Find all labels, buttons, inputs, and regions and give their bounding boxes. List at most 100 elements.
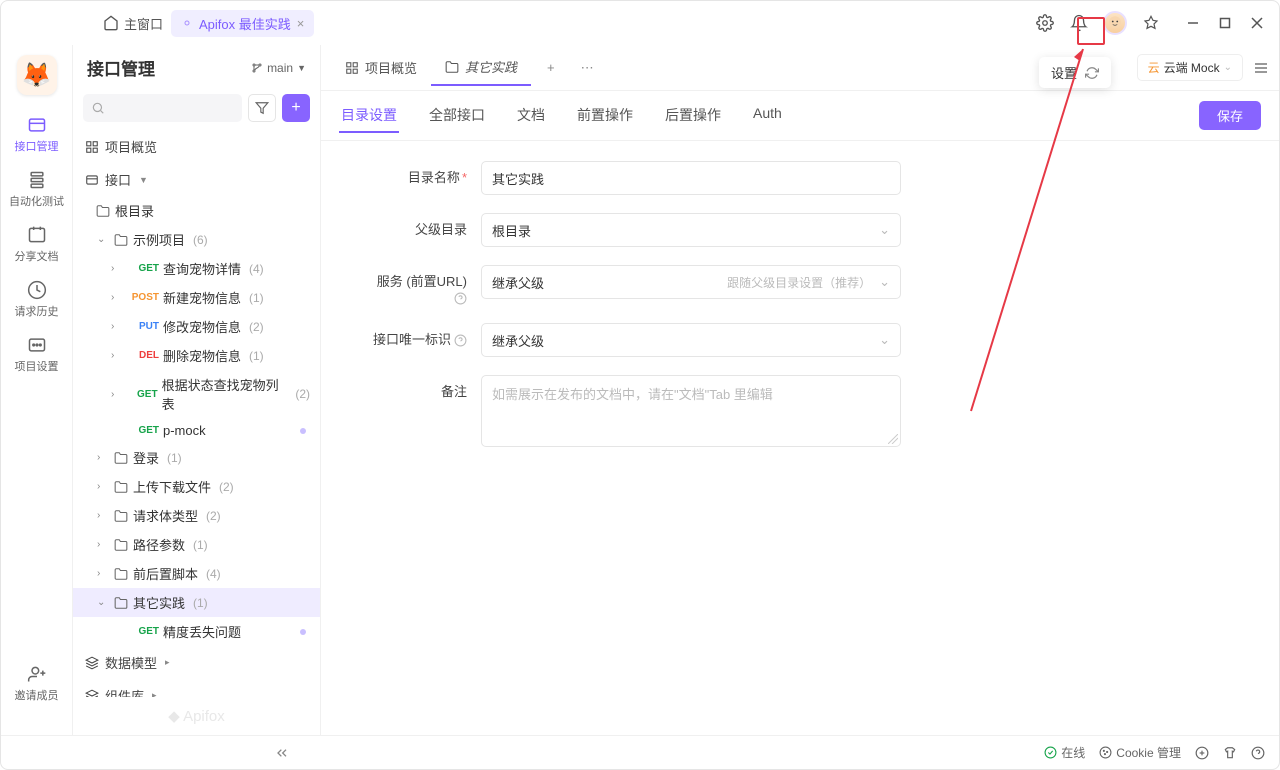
tree-item-label: 查询宠物详情 [163,259,241,278]
window-close[interactable] [1247,13,1267,33]
app-logo[interactable]: 🦊 [17,55,57,95]
cookie-label: Cookie 管理 [1116,744,1181,761]
home-icon [103,15,119,31]
chevron-icon: › [97,568,109,579]
rail-item-4[interactable]: 项目设置 [5,327,68,382]
chevron-icon: › [97,539,109,550]
sub-tab-5[interactable]: Auth [751,99,784,132]
tree-item-2[interactable]: ›POST新建宠物信息(1) [73,283,320,312]
rail-item-label: 项目设置 [15,358,59,374]
home-window-button[interactable]: 主窗口 [103,14,163,33]
tab-add-button[interactable]: + [533,60,569,75]
sub-tab-4[interactable]: 后置操作 [663,99,723,132]
tree-item-0[interactable]: ⌄示例项目(6) [73,225,320,254]
hamburger-button[interactable] [1253,60,1269,76]
tree-item-8[interactable]: ›上传下载文件(2) [73,472,320,501]
titlebar-tab[interactable]: Apifox 最佳实践 × [171,10,314,37]
tree-item-9[interactable]: ›请求体类型(2) [73,501,320,530]
uid-label: 接口唯一标识 [373,332,451,347]
chevron-icon: ⌄ [97,234,109,245]
tab-close-icon[interactable]: × [297,16,305,31]
add-button[interactable]: + [282,94,310,122]
tree-components[interactable]: 组件库 ▸ [73,679,320,697]
status-online[interactable]: 在线 [1044,744,1085,761]
tree-data-model[interactable]: 数据模型 ▸ [73,646,320,679]
rail-item-1[interactable]: 自动化测试 [5,162,68,217]
tree-root-folder[interactable]: 根目录 [73,196,320,225]
pin-button[interactable] [1141,13,1161,33]
rail-item-0[interactable]: 接口管理 [5,107,68,162]
branch-icon [251,62,263,74]
rail-item-label: 分享文档 [15,248,59,264]
settings-button[interactable] [1035,13,1055,33]
chevron-icon: › [97,510,109,521]
service-select[interactable]: 继承父级跟随父级目录设置（推荐）⌄ [481,265,901,299]
main-panel: 项目概览其它实践 + ⋯ 云 云端 Mock ⌄ 目录设置全部接口文档前置操作后… [321,45,1279,735]
service-label: 服务 (前置URL) [377,274,467,289]
filter-button[interactable] [248,94,276,122]
collapse-button[interactable] [14,745,290,761]
notes-textarea[interactable]: 如需展示在发布的文档中，请在"文档"Tab 里编辑 [481,375,901,447]
tab-more-button[interactable]: ⋯ [571,60,604,76]
search-input[interactable] [83,94,242,122]
rail-icon [27,225,47,245]
tree-overview[interactable]: 项目概览 [73,130,320,163]
cookie-icon [1099,746,1112,759]
tree-item-5[interactable]: ›GET根据状态查找宠物列表(2) [73,370,320,418]
tree-item-10[interactable]: ›路径参数(1) [73,530,320,559]
main-tab-1[interactable]: 其它实践 [431,49,531,86]
sub-tab-2[interactable]: 文档 [515,99,547,132]
main-tab-0[interactable]: 项目概览 [331,49,431,86]
maximize-icon [1219,17,1231,29]
name-input[interactable]: 其它实践 [481,161,901,195]
tshirt-icon [1223,746,1237,760]
tree-item-12[interactable]: ⌄其它实践(1) [73,588,320,617]
cloud-mock-button[interactable]: 云 云端 Mock ⌄ [1137,54,1243,81]
save-button[interactable]: 保存 [1199,101,1261,130]
status-tshirt-button[interactable] [1223,746,1237,760]
help-icon[interactable] [454,292,467,305]
branch-selector[interactable]: main ▼ [251,61,306,75]
parent-label: 父级目录 [415,222,467,237]
cookie-manage-button[interactable]: Cookie 管理 [1099,744,1181,761]
tree-item-4[interactable]: ›DEL删除宠物信息(1) [73,341,320,370]
parent-select[interactable]: 根目录⌄ [481,213,901,247]
minimize-icon [1187,17,1199,29]
user-avatar[interactable] [1103,11,1127,35]
sub-tab-1[interactable]: 全部接口 [427,99,487,132]
status-help-button[interactable] [1251,746,1265,760]
status-add-button[interactable] [1195,746,1209,760]
chevron-icon: › [111,389,123,400]
tree-item-3[interactable]: ›PUT修改宠物信息(2) [73,312,320,341]
resize-handle-icon[interactable] [888,434,898,444]
tree-item-7[interactable]: ›登录(1) [73,443,320,472]
tree-api-root[interactable]: 接口 ▼ [73,163,320,196]
pin-icon [1143,15,1159,31]
name-label: 目录名称 [408,170,460,185]
uid-select[interactable]: 继承父级⌄ [481,323,901,357]
help-icon[interactable] [454,334,467,347]
tree-item-6[interactable]: GETp-mock [73,418,320,443]
tree-item-11[interactable]: ›前后置脚本(4) [73,559,320,588]
tree-item-13[interactable]: GET精度丢失问题 [73,617,320,646]
rail-invite[interactable]: 邀请成员 [1,656,72,711]
http-method-label: DEL [127,350,159,361]
sub-tab-0[interactable]: 目录设置 [339,99,399,133]
titlebar-tab-label: Apifox 最佳实践 [199,14,291,33]
chevron-down-icon: ⌄ [879,222,890,238]
rail-icon [27,335,47,355]
rail-item-2[interactable]: 分享文档 [5,217,68,272]
window-minimize[interactable] [1183,13,1203,33]
folder-icon [113,233,129,247]
window-maximize[interactable] [1215,13,1235,33]
api-icon [85,173,99,187]
notifications-button[interactable] [1069,13,1089,33]
sub-tab-3[interactable]: 前置操作 [575,99,635,132]
tree-item-label: p-mock [163,423,206,438]
bell-icon [1070,14,1088,32]
tree-item-1[interactable]: ›GET查询宠物详情(4) [73,254,320,283]
chevron-icon: › [111,292,123,303]
rail-item-3[interactable]: 请求历史 [5,272,68,327]
tree-count: (2) [249,320,264,334]
cloud-icon: 云 [1148,59,1160,76]
